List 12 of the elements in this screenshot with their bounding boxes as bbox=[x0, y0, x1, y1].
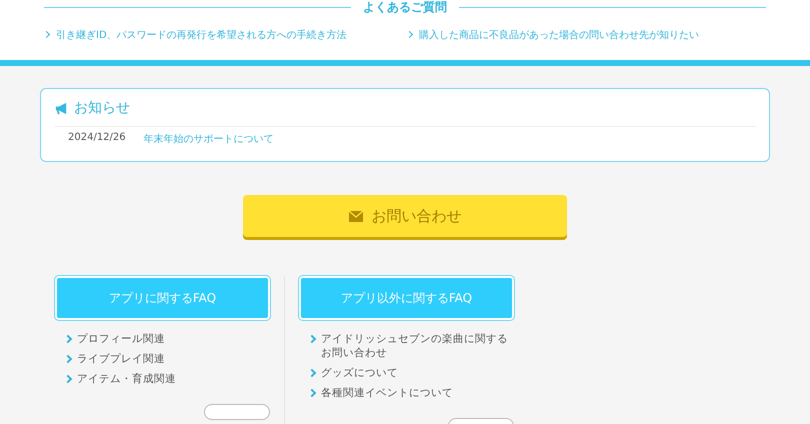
faq-link[interactable]: 各種関連イベントについて bbox=[321, 386, 453, 400]
mail-icon bbox=[348, 210, 362, 222]
more-button[interactable] bbox=[204, 404, 270, 420]
notice-date: 2024/12/26 bbox=[68, 132, 126, 145]
faq-link[interactable]: ライブプレイ関連 bbox=[77, 352, 165, 366]
notice-title: お知らせ bbox=[74, 99, 130, 117]
faq-link[interactable]: プロフィール関連 bbox=[77, 332, 165, 346]
faq-link[interactable]: アイドリッシュセブンの楽曲に関するお問い合わせ bbox=[321, 332, 514, 360]
faq-link[interactable]: アイテム・育成関連 bbox=[77, 372, 176, 386]
faq-link[interactable]: グッズについて bbox=[321, 366, 398, 380]
section-heading: よくあるご質問 bbox=[363, 0, 447, 14]
megaphone-icon bbox=[54, 100, 69, 116]
